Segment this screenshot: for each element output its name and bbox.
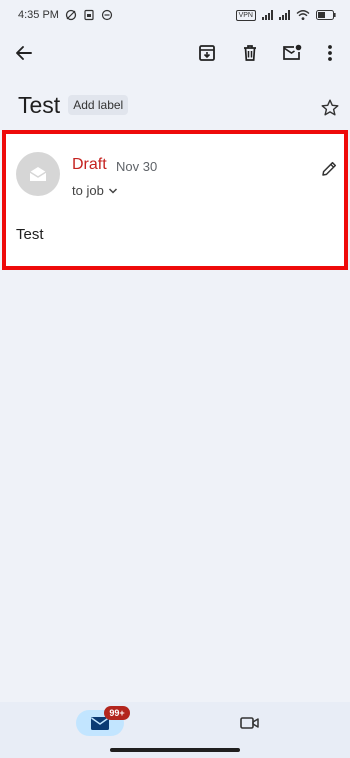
add-label-chip[interactable]: Add label [68, 95, 129, 115]
more-options-button[interactable] [312, 35, 348, 71]
edit-draft-button[interactable] [316, 156, 342, 182]
archive-icon [199, 45, 215, 61]
message-card[interactable]: Draft Nov 30 to job Test [2, 130, 348, 270]
battery-icon [316, 10, 336, 20]
back-button[interactable] [6, 35, 42, 71]
arrow-back-icon [16, 46, 32, 60]
status-bar: 4:35 PM VPN [0, 0, 350, 30]
signal-icon [279, 10, 290, 20]
signal-icon [262, 10, 273, 20]
avatar [16, 152, 60, 196]
more-vert-icon [328, 45, 332, 61]
message-body: Test [16, 226, 44, 243]
mark-unread-icon [283, 44, 302, 60]
video-camera-icon [240, 717, 259, 729]
star-button[interactable] [312, 90, 348, 126]
app-bar [0, 30, 350, 76]
status-time: 4:35 PM [18, 9, 59, 21]
meet-tab[interactable] [236, 710, 264, 736]
minus-circle-icon [101, 9, 113, 21]
data-saver-icon [65, 9, 77, 21]
message-status: Draft [72, 156, 107, 173]
archive-button[interactable] [189, 35, 225, 71]
mail-unread-badge: 99+ [104, 706, 130, 720]
delete-icon [244, 45, 256, 61]
wifi-icon [296, 10, 310, 20]
draft-envelope-icon [29, 167, 47, 181]
chevron-down-icon [108, 187, 117, 194]
mark-unread-button[interactable] [274, 35, 310, 71]
recipient-row[interactable]: to job [72, 183, 118, 198]
recipient-label: to job [72, 183, 104, 198]
sim-icon [84, 9, 94, 21]
home-indicator[interactable] [110, 748, 240, 752]
subject-row: Test Add label [18, 88, 338, 122]
star-outline-icon [321, 99, 339, 116]
message-date: Nov 30 [116, 159, 158, 174]
vpn-badge: VPN [235, 9, 256, 21]
thread-subject: Test [18, 91, 61, 118]
pencil-icon [322, 161, 337, 176]
delete-button[interactable] [232, 35, 268, 71]
